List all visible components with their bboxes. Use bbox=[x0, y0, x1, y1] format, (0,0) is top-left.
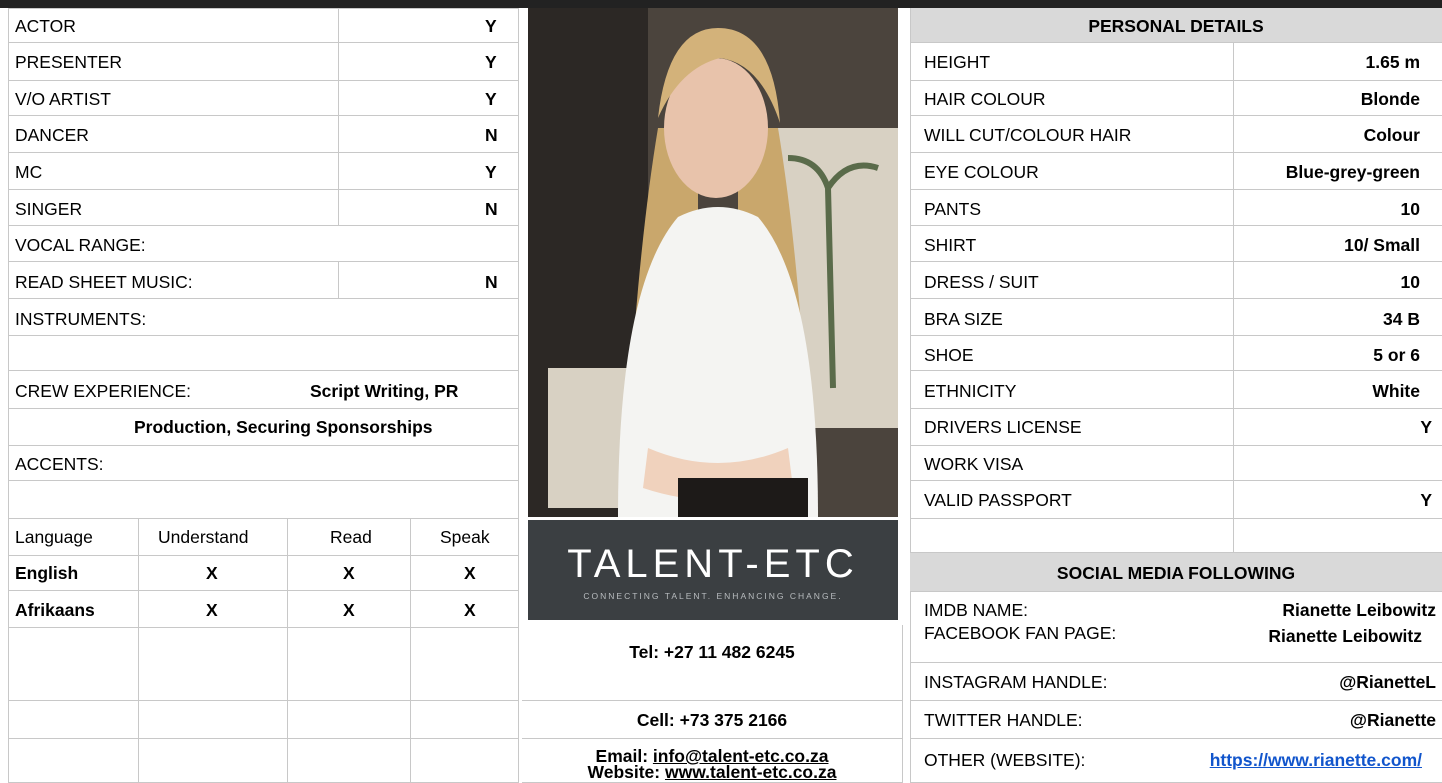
personal-hair-label: HAIR COLOUR bbox=[924, 89, 1046, 109]
skill-actor-label: ACTOR bbox=[15, 16, 76, 36]
personal-shirt-value: 10/ Small bbox=[1344, 235, 1420, 255]
website-link[interactable]: www.talent-etc.co.za bbox=[665, 762, 836, 782]
skill-presenter-label: PRESENTER bbox=[15, 52, 122, 72]
lang-header-language: Language bbox=[15, 527, 93, 547]
social-instagram-value: @RianetteL bbox=[1339, 672, 1436, 692]
personal-visa-label: WORK VISA bbox=[924, 454, 1024, 474]
personal-pants-label: PANTS bbox=[924, 199, 982, 219]
personal-passport-value: Y bbox=[1420, 490, 1432, 510]
contact-website: Website: www.talent-etc.co.za bbox=[522, 762, 902, 782]
lang-afrikaans-understand: X bbox=[206, 600, 218, 620]
logo-tagline: CONNECTING TALENT. ENHANCING CHANGE. bbox=[583, 591, 843, 601]
lang-header-speak: Speak bbox=[440, 527, 490, 547]
personal-ethnicity-label: ETHNICITY bbox=[924, 381, 1017, 401]
personal-shoe-label: SHOE bbox=[924, 345, 974, 365]
personal-shoe-value: 5 or 6 bbox=[1373, 345, 1420, 365]
skill-singer-value: N bbox=[485, 199, 498, 219]
read-sheet-music-value: N bbox=[485, 272, 498, 292]
personal-shirt-label: SHIRT bbox=[924, 235, 977, 255]
contact-tel: Tel: +27 11 482 6245 bbox=[629, 642, 795, 662]
skill-dancer-value: N bbox=[485, 125, 498, 145]
skill-vo-label: V/O ARTIST bbox=[15, 89, 111, 109]
personal-drivers-value: Y bbox=[1420, 417, 1432, 437]
social-website-label: OTHER (WEBSITE): bbox=[924, 750, 1086, 770]
personal-hair-value: Blonde bbox=[1360, 89, 1420, 109]
lang-english-speak: X bbox=[464, 563, 476, 583]
personal-drivers-label: DRIVERS LICENSE bbox=[924, 417, 1082, 437]
personal-bra-value: 34 B bbox=[1383, 309, 1420, 329]
skill-mc-label: MC bbox=[15, 162, 43, 182]
vocal-range-label: VOCAL RANGE: bbox=[15, 235, 146, 255]
skill-presenter-value: Y bbox=[485, 52, 497, 72]
social-media-title: SOCIAL MEDIA FOLLOWING bbox=[1056, 563, 1296, 583]
personal-eye-value: Blue-grey-green bbox=[1285, 162, 1420, 182]
headshot-photo bbox=[528, 8, 898, 517]
skill-dancer-label: DANCER bbox=[15, 125, 89, 145]
top-border bbox=[0, 0, 1442, 8]
personal-cut-label: WILL CUT/COLOUR HAIR bbox=[924, 125, 1132, 145]
portrait-illustration bbox=[528, 8, 898, 517]
skill-mc-value: Y bbox=[485, 162, 497, 182]
social-instagram-label: INSTAGRAM HANDLE: bbox=[924, 672, 1108, 692]
skill-vo-value: Y bbox=[485, 89, 497, 109]
personal-passport-label: VALID PASSPORT bbox=[924, 490, 1072, 510]
lang-header-read: Read bbox=[330, 527, 372, 547]
skill-actor-value: Y bbox=[485, 16, 497, 36]
lang-header-understand: Understand bbox=[158, 527, 249, 547]
lang-afrikaans-speak: X bbox=[464, 600, 476, 620]
instruments-label: INSTRUMENTS: bbox=[15, 309, 147, 329]
social-imdb-label: IMDB NAME: bbox=[924, 600, 1029, 620]
social-facebook-value: Rianette Leibowitz bbox=[1268, 626, 1422, 646]
accents-label: ACCENTS: bbox=[15, 454, 104, 474]
personal-details-title: PERSONAL DETAILS bbox=[1088, 16, 1264, 36]
logo-title: TALENT-ETC bbox=[567, 542, 859, 586]
skill-singer-label: SINGER bbox=[15, 199, 83, 219]
personal-pants-value: 10 bbox=[1400, 199, 1420, 219]
crew-experience-label: CREW EXPERIENCE: bbox=[15, 381, 191, 401]
crew-experience-line1: Script Writing, PR bbox=[310, 381, 459, 401]
social-website-link[interactable]: https://www.rianette.com/ bbox=[1140, 750, 1422, 770]
personal-cut-value: Colour bbox=[1363, 125, 1420, 145]
personal-height-label: HEIGHT bbox=[924, 52, 991, 72]
social-twitter-value: @Rianette bbox=[1349, 710, 1436, 730]
social-twitter-label: TWITTER HANDLE: bbox=[924, 710, 1083, 730]
personal-height-value: 1.65 m bbox=[1365, 52, 1420, 72]
contact-cell: Cell: +73 375 2166 bbox=[636, 710, 788, 730]
lang-english-read: X bbox=[343, 563, 355, 583]
website-label: Website: bbox=[587, 762, 665, 782]
social-facebook-label: FACEBOOK FAN PAGE: bbox=[924, 623, 1117, 643]
talent-etc-logo: TALENT-ETC CONNECTING TALENT. ENHANCING … bbox=[528, 520, 898, 620]
lang-english-name: English bbox=[15, 563, 79, 583]
social-imdb-value: Rianette Leibowitz bbox=[1282, 600, 1436, 620]
personal-eye-label: EYE COLOUR bbox=[924, 162, 1039, 182]
read-sheet-music-label: READ SHEET MUSIC: bbox=[15, 272, 193, 292]
personal-dress-value: 10 bbox=[1400, 272, 1420, 292]
personal-bra-label: BRA SIZE bbox=[924, 309, 1003, 329]
crew-experience-line2: Production, Securing Sponsorships bbox=[134, 417, 433, 437]
lang-english-understand: X bbox=[206, 563, 218, 583]
personal-ethnicity-value: White bbox=[1372, 381, 1420, 401]
lang-afrikaans-read: X bbox=[343, 600, 355, 620]
personal-dress-label: DRESS / SUIT bbox=[924, 272, 1039, 292]
lang-afrikaans-name: Afrikaans bbox=[15, 600, 95, 620]
